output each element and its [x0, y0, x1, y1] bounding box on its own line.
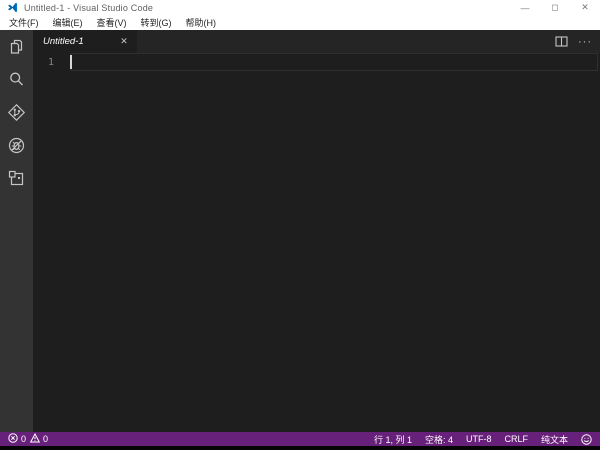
window-bottom-border — [0, 446, 600, 450]
warnings-count: 0 — [43, 434, 49, 444]
warnings-indicator[interactable]: 0 — [29, 432, 49, 445]
tab-close-icon[interactable]: ✕ — [117, 35, 131, 49]
activity-search-button[interactable] — [0, 63, 33, 96]
editor[interactable]: 1 — [33, 53, 600, 432]
activity-extensions-button[interactable] — [0, 162, 33, 195]
close-button[interactable]: ✕ — [570, 0, 600, 15]
window-controls: — ◻ ✕ — [510, 0, 600, 15]
tab-label: Untitled-1 — [43, 36, 84, 47]
menu-item-go[interactable]: 转到(G) — [134, 15, 179, 30]
activity-bar — [0, 30, 33, 432]
error-icon — [8, 433, 18, 445]
current-line-highlight — [70, 53, 598, 71]
debug-icon — [7, 136, 26, 155]
git-branch-icon — [7, 103, 26, 122]
status-cursor-position[interactable]: 行 1, 列 1 — [374, 433, 412, 446]
status-language-mode[interactable]: 纯文本 — [541, 433, 568, 446]
line-number: 1 — [47, 57, 54, 68]
status-indentation[interactable]: 空格: 4 — [425, 433, 453, 446]
status-problems[interactable]: 0 0 — [8, 432, 49, 445]
activity-source-control-button[interactable] — [0, 96, 33, 129]
text-cursor — [70, 55, 72, 69]
files-icon — [7, 37, 26, 56]
more-actions-icon[interactable]: ··· — [578, 36, 592, 47]
titlebar: Untitled-1 - Visual Studio Code — ◻ ✕ — [0, 0, 600, 15]
activity-explorer-button[interactable] — [0, 30, 33, 63]
extensions-icon — [7, 169, 26, 188]
status-eol[interactable]: CRLF — [504, 434, 528, 444]
editor-region: Untitled-1 ✕ ··· 1 — [33, 30, 600, 432]
status-encoding[interactable]: UTF-8 — [466, 434, 492, 444]
menu-item-file[interactable]: 文件(F) — [2, 15, 46, 30]
warning-icon — [29, 432, 41, 445]
editor-gutter: 1 — [33, 53, 70, 72]
split-editor-icon[interactable] — [555, 36, 568, 47]
menu-item-edit[interactable]: 编辑(E) — [46, 15, 90, 30]
errors-indicator[interactable]: 0 — [8, 433, 26, 445]
search-icon — [7, 70, 26, 89]
vscode-window: Untitled-1 - Visual Studio Code — ◻ ✕ 文件… — [0, 0, 600, 450]
menubar: 文件(F) 编辑(E) 查看(V) 转到(G) 帮助(H) — [0, 15, 600, 30]
status-bar: 0 0 行 1, 列 1 空格: 4 UTF-8 CRLF 纯文本 — [0, 432, 600, 446]
menu-item-help[interactable]: 帮助(H) — [179, 15, 224, 30]
vscode-logo-icon — [7, 2, 18, 13]
status-right: 行 1, 列 1 空格: 4 UTF-8 CRLF 纯文本 — [374, 433, 592, 446]
maximize-button[interactable]: ◻ — [540, 0, 570, 15]
editor-actions: ··· — [555, 30, 600, 53]
minimize-button[interactable]: — — [510, 0, 540, 15]
tab-bar: Untitled-1 ✕ ··· — [33, 30, 600, 53]
activity-debug-button[interactable] — [0, 129, 33, 162]
window-title: Untitled-1 - Visual Studio Code — [24, 2, 154, 13]
errors-count: 0 — [21, 434, 27, 444]
menu-item-view[interactable]: 查看(V) — [90, 15, 134, 30]
tab-untitled-1[interactable]: Untitled-1 ✕ — [33, 30, 137, 53]
feedback-smiley-icon[interactable] — [581, 433, 592, 445]
main-region: Untitled-1 ✕ ··· 1 — [0, 30, 600, 432]
